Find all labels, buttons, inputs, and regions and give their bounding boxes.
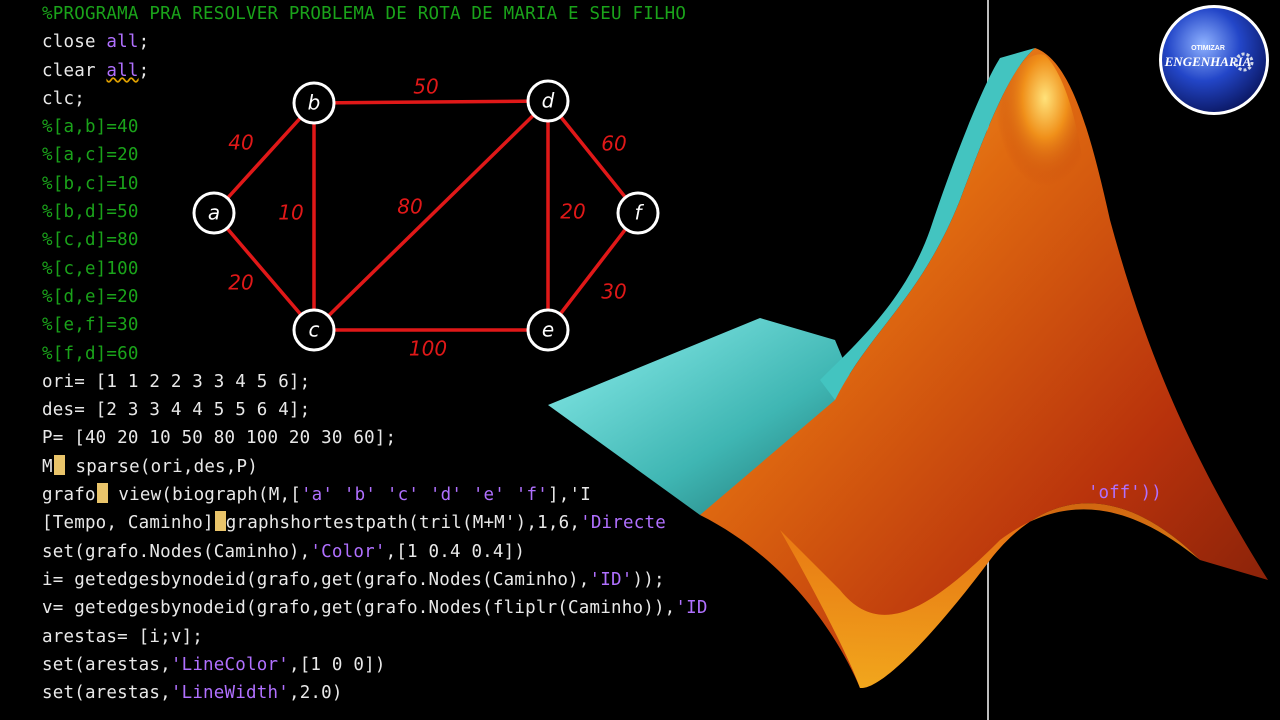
logo-top-text: OTIMIZAR xyxy=(1191,45,1225,52)
otimizar-engenharia-logo: OTIMIZAR ENGENHARIA xyxy=(1159,5,1269,115)
peek-text: 'off')) xyxy=(1088,483,1162,503)
matlab-surface-logo xyxy=(548,48,1268,689)
